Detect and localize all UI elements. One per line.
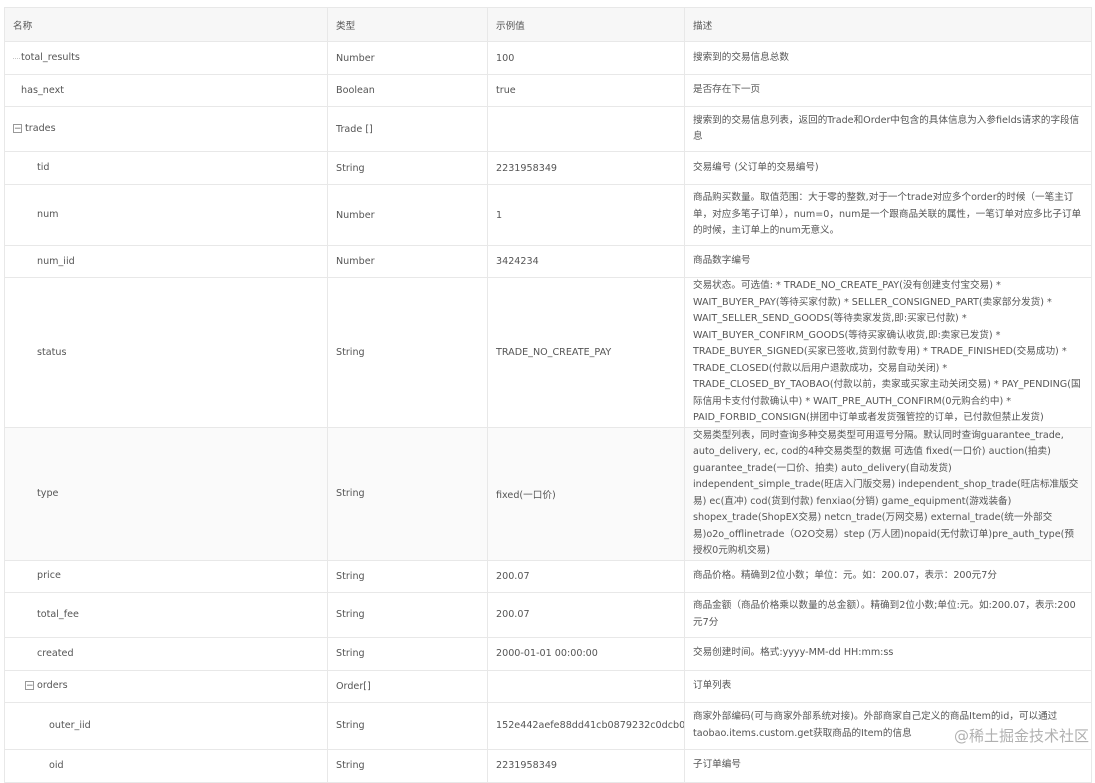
- table-row: status String TRADE_NO_CREATE_PAY 交易状态。可…: [4, 277, 1092, 428]
- name-cell: type: [4, 426, 328, 561]
- desc-cell: 商品金额（商品价格乘以数量的总金额）。精确到2位小数;单位:元。如:200.07…: [684, 591, 1092, 638]
- table-row: has_next Boolean true 是否存在下一页: [4, 74, 1092, 107]
- desc-cell: 商品购买数量。取值范围：大于零的整数,对于一个trade对应多个order的时候…: [684, 184, 1092, 246]
- example-cell: [487, 106, 685, 152]
- type-cell: Number: [327, 184, 488, 246]
- type-cell: String: [327, 277, 488, 428]
- example-cell: 3424234: [487, 245, 685, 278]
- table-row: − orders Order[] 订单列表: [4, 669, 1092, 703]
- type-cell: String: [327, 559, 488, 593]
- name-cell: total_results: [4, 41, 328, 75]
- field-name: num_iid: [37, 255, 75, 267]
- type-cell: Number: [327, 245, 488, 278]
- name-cell: total_fee: [4, 591, 328, 638]
- field-name: num: [37, 209, 59, 221]
- example-cell: 2231958349: [487, 748, 685, 783]
- desc-cell: 订单列表: [684, 669, 1092, 703]
- field-name: total_results: [21, 52, 80, 64]
- name-cell: outer_iid: [4, 701, 328, 750]
- desc-cell: 是否存在下一页: [684, 74, 1092, 107]
- field-name: orders: [37, 680, 68, 692]
- example-cell: [487, 669, 685, 703]
- desc-cell: 交易创建时间。格式:yyyy-MM-dd HH:mm:ss: [684, 636, 1092, 671]
- name-cell: status: [4, 277, 328, 428]
- header-example: 示例值: [487, 7, 685, 42]
- table-row: num_iid Number 3424234 商品数字编号: [4, 245, 1092, 278]
- field-name: tid: [37, 162, 50, 174]
- type-cell: String: [327, 748, 488, 783]
- desc-cell: 商品数字编号: [684, 245, 1092, 278]
- collapse-toggle-icon[interactable]: −: [13, 124, 22, 134]
- name-cell: created: [4, 636, 328, 671]
- name-cell: price: [4, 559, 328, 593]
- header-name: 名称: [4, 7, 328, 42]
- example-cell: 1: [487, 184, 685, 246]
- example-cell: 2231958349: [487, 151, 685, 185]
- type-cell: String: [327, 151, 488, 185]
- example-cell: true: [487, 74, 685, 107]
- table-row: price String 200.07 商品价格。精确到2位小数；单位：元。如：…: [4, 559, 1092, 593]
- field-name: price: [37, 570, 61, 582]
- field-name: trades: [25, 123, 56, 135]
- table-header-row: 名称 类型 示例值 描述: [4, 7, 1092, 42]
- example-cell: 2000-01-01 00:00:00: [487, 636, 685, 671]
- example-cell: 100: [487, 41, 685, 75]
- desc-cell: 搜索到的交易信息总数: [684, 41, 1092, 75]
- example-cell: 152e442aefe88dd41cb0879232c0dcb0: [487, 701, 685, 750]
- table-row: − trades Trade [] 搜索到的交易信息列表，返回的Trade和Ord…: [4, 106, 1092, 152]
- desc-cell: 交易类型列表，同时查询多种交易类型可用逗号分隔。默认同时查询guarantee_…: [684, 426, 1092, 561]
- type-cell: Boolean: [327, 74, 488, 107]
- collapse-toggle-icon[interactable]: −: [25, 681, 34, 691]
- header-type: 类型: [327, 7, 488, 42]
- watermark: @稀土掘金技术社区: [953, 727, 1089, 745]
- name-cell: − orders: [4, 669, 328, 703]
- name-cell: − trades: [4, 106, 328, 152]
- desc-cell: 交易状态。可选值: * TRADE_NO_CREATE_PAY(没有创建支付宝交…: [684, 277, 1092, 428]
- name-cell: tid: [4, 151, 328, 185]
- field-name: has_next: [21, 84, 65, 96]
- table-row: outer_iid String 152e442aefe88dd41cb0879…: [4, 701, 1092, 750]
- table-row: tid String 2231958349 交易编号 (父订单的交易编号): [4, 151, 1092, 185]
- api-response-table: 名称 类型 示例值 描述 total_results Number 100 搜索…: [4, 7, 1092, 783]
- desc-cell: 搜索到的交易信息列表，返回的Trade和Order中包含的具体信息为入参fiel…: [684, 106, 1092, 152]
- field-name: total_fee: [37, 608, 79, 620]
- desc-cell: 子订单编号: [684, 748, 1092, 783]
- desc-cell: 交易编号 (父订单的交易编号): [684, 151, 1092, 185]
- name-cell: num: [4, 184, 328, 246]
- type-cell: Order[]: [327, 669, 488, 703]
- table-row: total_fee String 200.07 商品金额（商品价格乘以数量的总金…: [4, 591, 1092, 638]
- desc-cell: 商品价格。精确到2位小数；单位：元。如：200.07，表示：200元7分: [684, 559, 1092, 593]
- field-name: oid: [49, 759, 64, 771]
- header-desc: 描述: [684, 7, 1092, 42]
- name-cell: oid: [4, 748, 328, 783]
- type-cell: String: [327, 636, 488, 671]
- type-cell: String: [327, 701, 488, 750]
- table-row: total_results Number 100 搜索到的交易信息总数: [4, 41, 1092, 75]
- name-cell: num_iid: [4, 245, 328, 278]
- table-row: type String fixed(一口价) 交易类型列表，同时查询多种交易类型…: [4, 426, 1092, 561]
- name-cell: has_next: [4, 74, 328, 107]
- type-cell: String: [327, 426, 488, 561]
- field-name: type: [37, 487, 59, 499]
- example-cell: fixed(一口价): [487, 426, 685, 561]
- example-cell: 200.07: [487, 591, 685, 638]
- example-cell: TRADE_NO_CREATE_PAY: [487, 277, 685, 428]
- field-name: outer_iid: [49, 719, 91, 731]
- type-cell: String: [327, 591, 488, 638]
- type-cell: Number: [327, 41, 488, 75]
- field-name: status: [37, 346, 67, 358]
- field-name: created: [37, 647, 74, 659]
- table-row: num Number 1 商品购买数量。取值范围：大于零的整数,对于一个trad…: [4, 184, 1092, 246]
- type-cell: Trade []: [327, 106, 488, 152]
- table-row: oid String 2231958349 子订单编号: [4, 748, 1092, 783]
- table-row: created String 2000-01-01 00:00:00 交易创建时…: [4, 636, 1092, 671]
- example-cell: 200.07: [487, 559, 685, 593]
